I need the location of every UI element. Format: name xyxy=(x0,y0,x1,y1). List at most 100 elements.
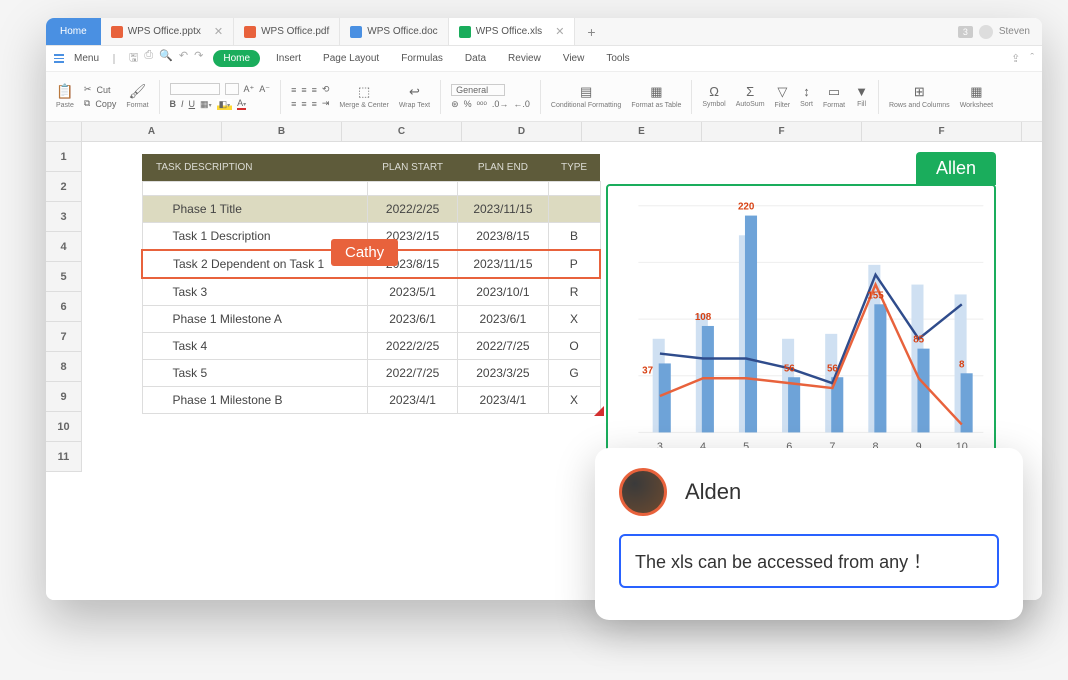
symbol-button[interactable]: ΩSymbol xyxy=(698,84,729,109)
fill-color-button[interactable]: ◧▾ xyxy=(217,99,233,110)
user-area[interactable]: 3 Steven xyxy=(958,18,1042,45)
preview-icon[interactable]: 🔍 xyxy=(159,49,173,68)
cell-type[interactable]: X xyxy=(548,306,600,333)
currency-icon[interactable]: ⊛ xyxy=(451,99,459,110)
doc-tab-doc[interactable]: WPS Office.doc xyxy=(340,18,448,45)
redo-icon[interactable]: ↷ xyxy=(194,49,203,68)
paste-button[interactable]: 📋 Paste xyxy=(52,83,78,110)
align-center-icon[interactable]: ≡ xyxy=(301,99,306,109)
font-color-button[interactable]: A▾ xyxy=(237,98,246,110)
cell-type[interactable] xyxy=(548,196,600,223)
table-row[interactable]: Task 32023/5/12023/10/1R xyxy=(142,278,600,306)
row-header[interactable]: 10 xyxy=(46,412,82,442)
autosum-button[interactable]: ΣAutoSum xyxy=(732,84,769,109)
copy-icon[interactable]: ⧉ xyxy=(84,98,90,109)
row-header[interactable]: 9 xyxy=(46,382,82,412)
print-icon[interactable]: ⎙ xyxy=(144,49,153,68)
row-header[interactable]: 11 xyxy=(46,442,82,472)
fill-button[interactable]: ▼Fill xyxy=(851,84,872,109)
align-top-icon[interactable]: ≡ xyxy=(291,85,296,95)
undo-icon[interactable]: ↶ xyxy=(179,49,188,68)
worksheet-button[interactable]: ▦Worksheet xyxy=(956,84,997,110)
cell-type[interactable]: B xyxy=(548,223,600,251)
indent-icon[interactable]: ⇥ xyxy=(322,98,330,109)
rows-columns-button[interactable]: ⊞Rows and Columns xyxy=(885,84,954,110)
cell-end[interactable]: 2023/10/1 xyxy=(458,278,548,306)
italic-button[interactable]: I xyxy=(181,99,184,109)
row-header[interactable]: 7 xyxy=(46,322,82,352)
cell-end[interactable]: 2023/4/1 xyxy=(458,387,548,414)
cell-start[interactable]: 2023/5/1 xyxy=(368,278,458,306)
row-header[interactable]: 6 xyxy=(46,292,82,322)
new-tab-button[interactable]: + xyxy=(575,18,607,45)
filter-button[interactable]: ▽Filter xyxy=(771,84,795,110)
cell-type[interactable]: P xyxy=(548,250,600,278)
column-header[interactable]: F xyxy=(862,122,1022,141)
format-button[interactable]: ▭Format xyxy=(819,84,849,110)
task-table[interactable]: TASK DESCRIPTION PLAN START PLAN END TYP… xyxy=(141,154,601,414)
ribbon-tab-formulas[interactable]: Formulas xyxy=(395,50,449,67)
wrap-text-button[interactable]: ↩ Wrap Text xyxy=(395,84,434,110)
cell-type[interactable]: R xyxy=(548,278,600,306)
cell-end[interactable]: 2023/11/15 xyxy=(458,250,548,278)
cell-start[interactable]: 2022/2/25 xyxy=(368,196,458,223)
ribbon-tab-view[interactable]: View xyxy=(557,50,591,67)
cell-end[interactable]: 2023/3/25 xyxy=(458,360,548,387)
font-size-select[interactable] xyxy=(225,83,239,95)
merge-center-button[interactable]: ⬚ Merge & Center xyxy=(335,84,392,110)
cell-type[interactable]: G xyxy=(548,360,600,387)
hamburger-icon[interactable] xyxy=(54,54,64,63)
cut-label[interactable]: Cut xyxy=(96,85,110,95)
ribbon-tab-data[interactable]: Data xyxy=(459,50,492,67)
table-row[interactable]: Phase 1 Milestone A2023/6/12023/6/1X xyxy=(142,306,600,333)
align-bottom-icon[interactable]: ≡ xyxy=(312,85,317,95)
row-header[interactable]: 8 xyxy=(46,352,82,382)
number-format-select[interactable]: General xyxy=(451,84,505,96)
decrease-font-icon[interactable]: A⁻ xyxy=(259,84,270,95)
increase-decimal-icon[interactable]: .0→ xyxy=(492,99,509,109)
menu-label[interactable]: Menu xyxy=(74,53,99,64)
cell-end[interactable]: 2023/11/15 xyxy=(458,196,548,223)
ribbon-tab-insert[interactable]: Insert xyxy=(270,50,307,67)
embedded-chart[interactable]: Allen 345678910108220565615585837 xyxy=(606,184,996,464)
row-header[interactable]: 3 xyxy=(46,202,82,232)
decrease-decimal-icon[interactable]: ←.0 xyxy=(513,99,530,109)
cell-start[interactable]: 2022/7/25 xyxy=(368,360,458,387)
align-right-icon[interactable]: ≡ xyxy=(312,99,317,109)
cell-start[interactable]: 2022/2/25 xyxy=(368,333,458,360)
format-painter-button[interactable]: 🖌 Format xyxy=(122,83,152,110)
ribbon-tab-home[interactable]: Home xyxy=(213,50,260,67)
ribbon-tab-tools[interactable]: Tools xyxy=(600,50,635,67)
table-row[interactable]: Phase 1 Title2022/2/252023/11/15 xyxy=(142,196,600,223)
cut-icon[interactable]: ✂ xyxy=(84,84,92,95)
align-middle-icon[interactable]: ≡ xyxy=(301,85,306,95)
font-family-select[interactable] xyxy=(170,83,220,95)
cell-desc[interactable]: Phase 1 Milestone A xyxy=(142,306,368,333)
row-header[interactable]: 1 xyxy=(46,142,82,172)
doc-tab-pptx[interactable]: WPS Office.pptx ✕ xyxy=(101,18,234,45)
cell-desc[interactable]: Task 3 xyxy=(142,278,368,306)
ribbon-tab-page-layout[interactable]: Page Layout xyxy=(317,50,385,67)
table-row[interactable]: Task 42022/2/252022/7/25O xyxy=(142,333,600,360)
comma-icon[interactable]: ᵒᵒᵒ xyxy=(477,99,487,109)
home-tab[interactable]: Home xyxy=(46,18,101,45)
cell-type[interactable]: X xyxy=(548,387,600,414)
column-header[interactable]: F xyxy=(702,122,862,141)
close-icon[interactable]: ✕ xyxy=(555,25,564,38)
select-all-corner[interactable] xyxy=(46,122,82,141)
increase-font-icon[interactable]: A⁺ xyxy=(244,84,255,95)
column-header[interactable]: E xyxy=(582,122,702,141)
column-header[interactable]: B xyxy=(222,122,342,141)
cell-desc[interactable]: Phase 1 Milestone B xyxy=(142,387,368,414)
doc-tab-xls[interactable]: WPS Office.xls ✕ xyxy=(449,18,576,45)
share-icon[interactable]: ⇪ xyxy=(1011,52,1020,65)
border-button[interactable]: ▦▾ xyxy=(200,99,212,110)
orientation-icon[interactable]: ⟲ xyxy=(322,84,330,95)
underline-button[interactable]: U xyxy=(189,99,196,109)
cell-type[interactable]: O xyxy=(548,333,600,360)
table-row[interactable]: Phase 1 Milestone B2023/4/12023/4/1X xyxy=(142,387,600,414)
row-header[interactable]: 5 xyxy=(46,262,82,292)
format-as-table-button[interactable]: ▦Format as Table xyxy=(627,84,685,110)
cell-start[interactable]: 2023/6/1 xyxy=(368,306,458,333)
sort-button[interactable]: ↕Sort xyxy=(796,84,817,109)
